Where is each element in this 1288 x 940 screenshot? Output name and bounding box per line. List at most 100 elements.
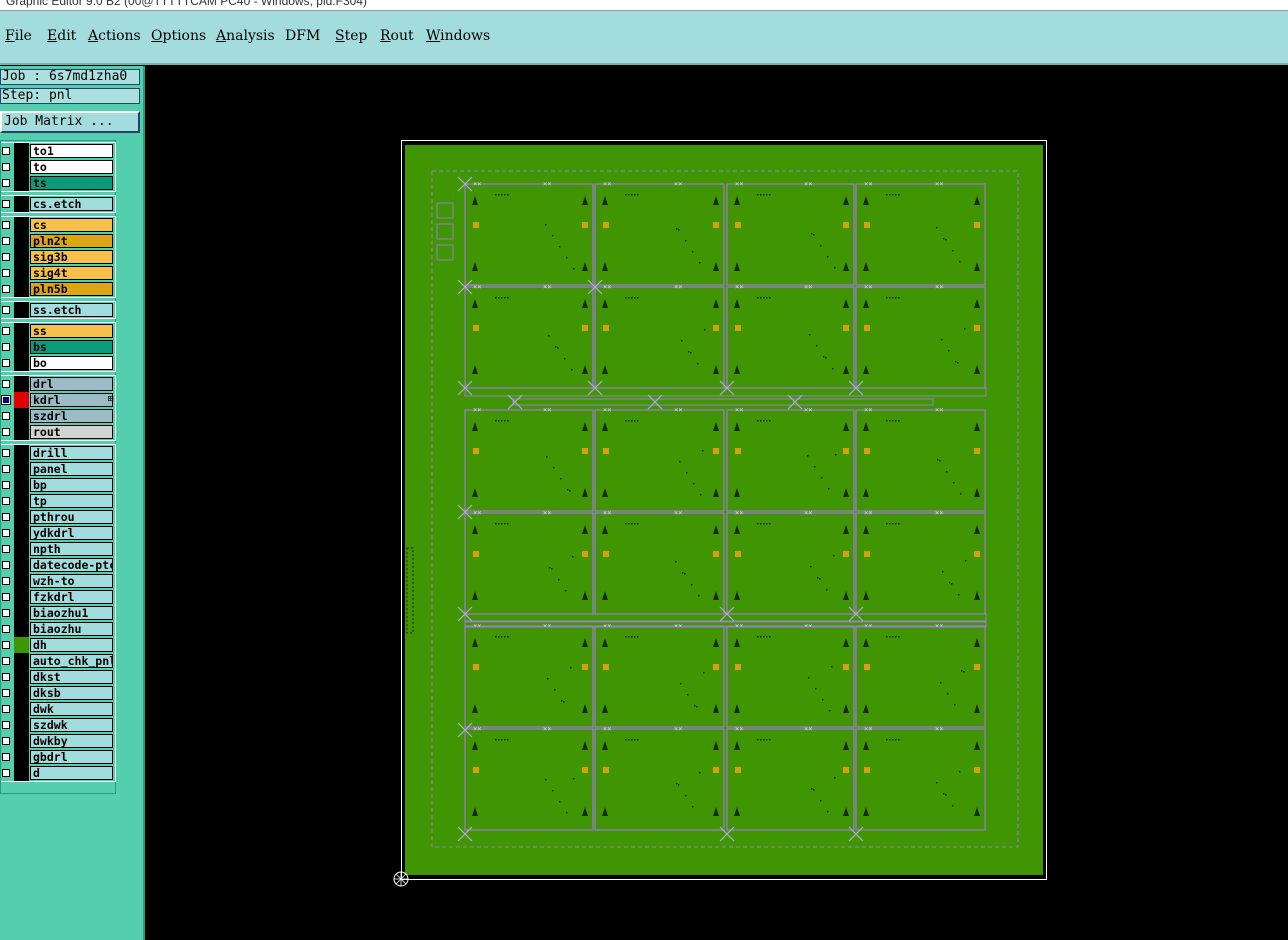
layer-color-swatch[interactable] [14,701,29,717]
layer-color-swatch[interactable] [14,525,29,541]
layer-color-swatch[interactable] [14,461,29,477]
layer-name[interactable]: cs.etch [30,197,113,211]
layer-name[interactable]: ydkdrl [30,526,113,540]
layer-row-auto_chk_pnl[interactable]: auto_chk_pnl [1,653,115,669]
layer-row-bs[interactable]: bs [1,339,115,355]
menu-step[interactable]: Step [335,28,367,44]
layer-checkbox[interactable] [2,428,10,436]
layer-name[interactable]: ts [30,176,113,190]
layer-color-swatch[interactable] [14,281,29,297]
layer-color-swatch[interactable] [14,557,29,573]
layer-row-wzh-to[interactable]: wzh-to [1,573,115,589]
layer-name[interactable]: pln2t [30,234,113,248]
layer-color-swatch[interactable] [14,424,29,440]
layer-checkbox[interactable] [2,285,10,293]
layer-color-swatch[interactable] [14,217,29,233]
layer-name[interactable]: wzh-to [30,574,113,588]
layer-checkbox[interactable] [2,237,10,245]
layer-checkbox[interactable] [2,673,10,681]
layer-checkbox[interactable] [1,395,11,405]
layer-row-gbdrl[interactable]: gbdrl [1,749,115,765]
layer-checkbox[interactable] [2,359,10,367]
layer-color-swatch[interactable] [14,477,29,493]
layer-row-fzkdrl[interactable]: fzkdrl [1,589,115,605]
layer-color-swatch[interactable] [14,717,29,733]
layer-row-drl[interactable]: drl [1,376,115,392]
layer-row-cs[interactable]: cs [1,217,115,233]
layer-row-dwkby[interactable]: dwkby [1,733,115,749]
layer-name[interactable]: drill [30,446,113,460]
layer-row-pln2t[interactable]: pln2t [1,233,115,249]
layer-name[interactable]: dkst [30,670,113,684]
layer-checkbox[interactable] [2,769,10,777]
layer-color-swatch[interactable] [14,143,29,159]
layer-row-pln5b[interactable]: pln5b [1,281,115,297]
layer-checkbox[interactable] [2,327,10,335]
layer-color-swatch[interactable] [14,637,29,653]
layer-checkbox[interactable] [2,625,10,633]
layer-checkbox[interactable] [2,147,10,155]
layer-row-ss.etch[interactable]: ss.etch [1,302,115,318]
layer-color-swatch[interactable] [14,302,29,318]
layer-checkbox[interactable] [2,577,10,585]
layer-row-rout[interactable]: rout [1,424,115,440]
layer-row-szdwk[interactable]: szdwk [1,717,115,733]
layer-name[interactable]: dh [30,638,113,652]
layer-color-swatch[interactable] [14,323,29,339]
menu-file[interactable]: File [5,28,32,44]
layer-checkbox[interactable] [2,513,10,521]
layer-row-dh[interactable]: dh [1,637,115,653]
layer-name[interactable]: rout [30,425,113,439]
layer-checkbox[interactable] [2,721,10,729]
layer-row-sig3b[interactable]: sig3b [1,249,115,265]
layer-name[interactable]: biaozhu [30,622,113,636]
job-matrix-button[interactable]: Job Matrix ... [0,111,140,133]
layer-name[interactable]: datecode-ptc [30,558,113,572]
layer-color-swatch[interactable] [14,749,29,765]
layer-name[interactable]: auto_chk_pnl [30,654,113,668]
layer-color-swatch[interactable] [14,541,29,557]
layer-name[interactable]: kdrl [30,393,113,407]
layer-color-swatch[interactable] [14,765,29,781]
layer-color-swatch[interactable] [14,392,29,408]
menu-dfm[interactable]: DFM [285,28,320,44]
layer-checkbox[interactable] [2,593,10,601]
layer-checkbox[interactable] [2,689,10,697]
layer-color-swatch[interactable] [14,196,29,212]
layer-row-szdrl[interactable]: szdrl [1,408,115,424]
layer-color-swatch[interactable] [14,233,29,249]
layer-checkbox[interactable] [2,641,10,649]
layer-row-to[interactable]: to [1,159,115,175]
layer-color-swatch[interactable] [14,493,29,509]
menu-options[interactable]: Options [151,28,206,44]
layer-color-swatch[interactable] [14,265,29,281]
layer-row-bo[interactable]: bo [1,355,115,371]
layer-name[interactable]: biaozhu1 [30,606,113,620]
menu-edit[interactable]: Edit [47,28,76,44]
layer-name[interactable]: cs [30,218,113,232]
layer-row-bp[interactable]: bp [1,477,115,493]
layer-name[interactable]: pln5b [30,282,113,296]
layer-row-cs.etch[interactable]: cs.etch [1,196,115,212]
layer-checkbox[interactable] [2,380,10,388]
layer-checkbox[interactable] [2,609,10,617]
layer-checkbox[interactable] [2,163,10,171]
layer-checkbox[interactable] [2,179,10,187]
layer-color-swatch[interactable] [14,159,29,175]
layer-row-panel[interactable]: panel [1,461,115,477]
layer-row-biaozhu[interactable]: biaozhu [1,621,115,637]
layer-color-swatch[interactable] [14,685,29,701]
layer-checkbox[interactable] [2,449,10,457]
layer-checkbox[interactable] [2,306,10,314]
layer-name[interactable]: sig3b [30,250,113,264]
layer-name[interactable]: to1 [30,144,113,158]
layer-row-to1[interactable]: to1 [1,143,115,159]
layer-color-swatch[interactable] [14,621,29,637]
layer-name[interactable]: dwkby [30,734,113,748]
layer-name[interactable]: dwk [30,702,113,716]
layer-row-ts[interactable]: ts [1,175,115,191]
layer-checkbox[interactable] [2,253,10,261]
menu-analysis[interactable]: Analysis [216,28,275,44]
layer-name[interactable]: d [30,766,113,780]
layer-checkbox[interactable] [2,497,10,505]
